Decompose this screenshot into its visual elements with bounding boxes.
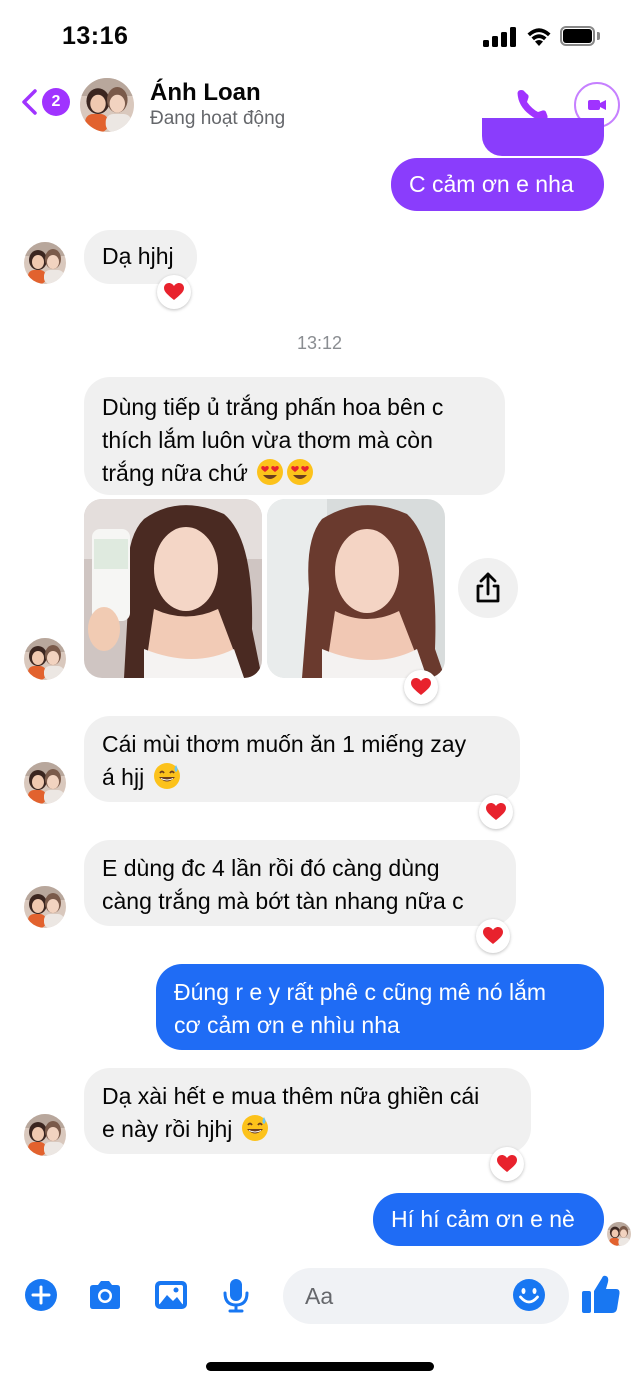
contact-avatar[interactable] bbox=[80, 78, 134, 132]
microphone-icon bbox=[223, 1279, 249, 1313]
contact-status: Đang hoạt động bbox=[150, 108, 286, 129]
photo-attachment[interactable] bbox=[267, 499, 445, 678]
message-bubble-incoming[interactable]: Dùng tiếp ủ trắng phấn hoa bên c thích l… bbox=[84, 377, 505, 495]
avatar[interactable] bbox=[24, 886, 66, 928]
message-bubble-outgoing[interactable]: Hí hí cảm ơn e nè bbox=[373, 1193, 604, 1246]
message-bubble-outgoing[interactable]: C cảm ơn e nha bbox=[391, 158, 604, 211]
heart-reaction[interactable] bbox=[479, 795, 513, 829]
battery-icon bbox=[560, 26, 600, 46]
home-indicator bbox=[206, 1362, 434, 1371]
status-time: 13:16 bbox=[62, 22, 129, 50]
share-icon bbox=[476, 572, 500, 603]
message-bubble-incoming[interactable]: E dùng đc 4 lần rồi đó càng dùng càng tr… bbox=[84, 840, 516, 926]
photo-attachment[interactable] bbox=[84, 499, 262, 678]
heart-icon bbox=[164, 283, 184, 301]
contact-name[interactable]: Ánh Loan bbox=[150, 79, 261, 107]
message-timestamp: 13:12 bbox=[296, 333, 343, 353]
image-icon bbox=[155, 1281, 187, 1309]
heart-reaction[interactable] bbox=[490, 1147, 524, 1181]
sweat-smile-emoji-icon bbox=[241, 1114, 269, 1142]
camera-icon bbox=[90, 1281, 120, 1309]
wifi-icon bbox=[524, 24, 554, 48]
heart-icon bbox=[497, 1155, 517, 1173]
partial-outgoing-bubble bbox=[482, 118, 604, 156]
camera-button[interactable] bbox=[86, 1276, 124, 1314]
heart-eyes-emoji-icon bbox=[286, 458, 314, 486]
status-bar: 13:16 bbox=[0, 0, 639, 70]
chevron-left-icon bbox=[22, 89, 37, 115]
message-composer bbox=[0, 1262, 639, 1332]
heart-icon bbox=[486, 803, 506, 821]
share-button[interactable] bbox=[458, 558, 518, 618]
avatar[interactable] bbox=[24, 762, 66, 804]
back-button[interactable]: 2 bbox=[14, 84, 70, 120]
heart-reaction[interactable] bbox=[157, 275, 191, 309]
cellular-signal-icon bbox=[483, 27, 517, 47]
message-bubble-outgoing[interactable]: Đúng r e y rất phê c cũng mê nó lắm cơ c… bbox=[156, 964, 604, 1050]
message-text: Dạ xài hết e mua thêm nữa ghiền cái e nà… bbox=[102, 1083, 480, 1142]
sweat-smile-emoji-icon bbox=[153, 762, 181, 790]
heart-icon bbox=[411, 678, 431, 696]
voice-message-button[interactable] bbox=[217, 1276, 255, 1314]
avatar[interactable] bbox=[24, 638, 66, 680]
heart-icon bbox=[483, 927, 503, 945]
thumbs-up-icon bbox=[582, 1275, 620, 1313]
message-bubble-incoming[interactable]: Cái mùi thơm muốn ăn 1 miếng zay á hjj bbox=[84, 716, 520, 802]
heart-reaction[interactable] bbox=[476, 919, 510, 953]
message-bubble-incoming[interactable]: Dạ xài hết e mua thêm nữa ghiền cái e nà… bbox=[84, 1068, 531, 1154]
like-button[interactable] bbox=[580, 1272, 622, 1316]
seen-indicator-avatar bbox=[607, 1222, 631, 1246]
plus-circle-icon bbox=[25, 1279, 57, 1311]
gallery-button[interactable] bbox=[152, 1276, 190, 1314]
avatar[interactable] bbox=[24, 242, 66, 284]
more-actions-button[interactable] bbox=[22, 1276, 60, 1314]
smiley-icon bbox=[513, 1279, 545, 1311]
heart-reaction[interactable] bbox=[404, 670, 438, 704]
emoji-button[interactable] bbox=[510, 1276, 548, 1314]
unread-count-badge: 2 bbox=[42, 88, 70, 116]
avatar[interactable] bbox=[24, 1114, 66, 1156]
heart-eyes-emoji-icon bbox=[256, 458, 284, 486]
